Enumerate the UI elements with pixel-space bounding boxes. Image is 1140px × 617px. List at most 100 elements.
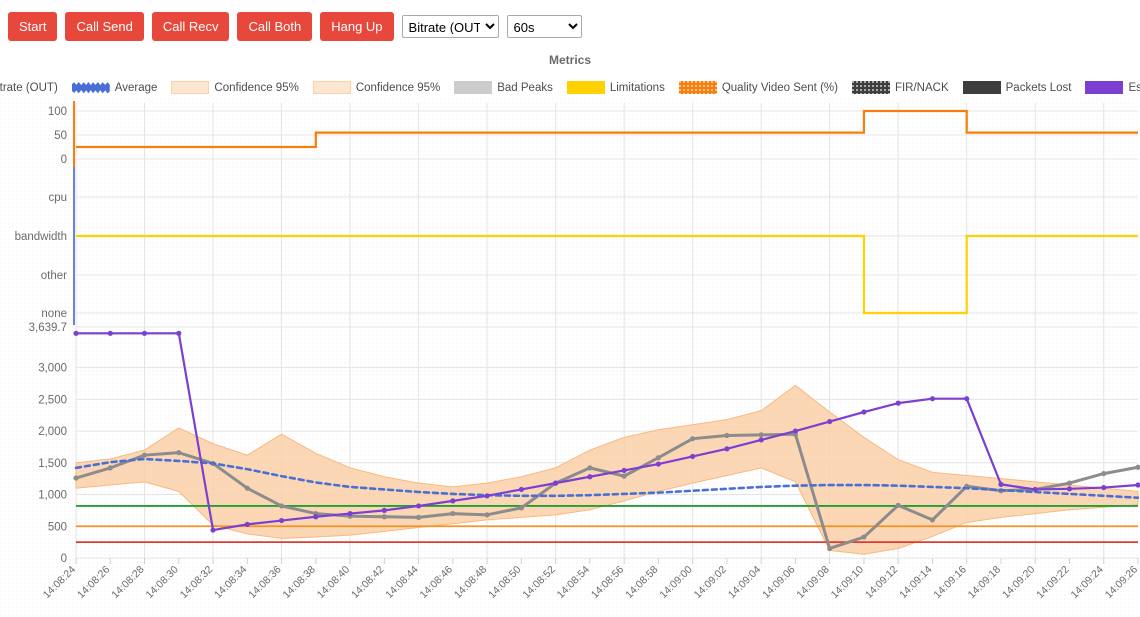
estimated-line-point [998, 481, 1004, 487]
bitrate-out-line-point [415, 514, 422, 520]
hang-up-button[interactable]: Hang Up [320, 11, 394, 41]
bitrate-out-line-point [587, 465, 593, 471]
y-tick-upper: 0 [61, 154, 67, 166]
y-tick-lower: 1,000 [38, 490, 67, 502]
legend-fir-nack-label: FIR/NACK [894, 81, 949, 94]
estimated-line-point [450, 498, 456, 504]
estimated-line-point [415, 503, 422, 509]
y-tick-upper: 100 [48, 106, 67, 118]
legend-confidence-95-upper-swatch-icon [171, 81, 210, 94]
legend-estimated-swatch-icon [1085, 81, 1124, 94]
legend-estimated-label: Estimated [1128, 81, 1140, 94]
legend-bad-peaks-label: Bad Peaks [497, 81, 553, 94]
plot-background [0, 98, 1140, 617]
legend-bad-peaks-swatch-icon [454, 81, 493, 94]
estimated-line-point [176, 330, 182, 336]
legend-fir-nack[interactable]: FIR/NACK [851, 81, 949, 94]
estimated-line-point [621, 467, 627, 474]
y-tick-lower: 2,500 [38, 394, 67, 406]
legend-confidence-95-lower-swatch-icon [312, 81, 351, 94]
estimated-line-point [347, 510, 353, 517]
call-both-button[interactable]: Call Both [237, 11, 313, 41]
estimated-line-point [1101, 484, 1107, 491]
y-tick-lower: 2,000 [38, 426, 67, 438]
y-tick-upper: cpu [48, 192, 67, 204]
estimated-line-point [758, 437, 764, 443]
chart-legend: Bitrate (OUT) Average Confidence 95% Confid… [0, 81, 1140, 94]
bitrate-out-line-point [381, 514, 387, 520]
metrics-chart-svg[interactable]: 100500cpubandwidthothernone3,639.73,0002… [0, 98, 1140, 617]
legend-limitations[interactable]: Limitations [566, 81, 665, 94]
legend-quality-video-sent[interactable]: Quality Video Sent (%) [678, 81, 838, 94]
legend-bad-peaks[interactable]: Bad Peaks [454, 81, 553, 94]
estimated-line-point [141, 330, 148, 336]
estimated-line-point [278, 517, 285, 524]
estimated-line-point [827, 418, 833, 425]
bitrate-out-line-point [484, 512, 490, 518]
y-tick-lower: 500 [48, 521, 67, 533]
estimated-line-point [895, 400, 901, 406]
call-recv-button[interactable]: Call Recv [151, 11, 230, 41]
legend-confidence-95-lower[interactable]: Confidence 95% [312, 81, 440, 94]
bitrate-out-line-point [929, 517, 936, 523]
y-tick-upper: bandwidth [15, 231, 67, 243]
bitrate-out-line-point [758, 432, 764, 438]
legend-quality-video-sent-label: Quality Video Sent (%) [721, 81, 838, 94]
estimated-line-point [724, 446, 730, 452]
y-tick-upper: other [41, 270, 67, 282]
estimated-line-point [244, 521, 250, 527]
time-window-select[interactable]: 10s30s60s120s300s [506, 14, 582, 38]
bitrate-out-line-point [895, 502, 901, 508]
estimated-line-point [1066, 486, 1073, 492]
start-button[interactable]: Start [8, 11, 58, 41]
bitrate-out-line-point [518, 505, 524, 511]
legend-quality-video-sent-swatch-icon [678, 81, 717, 94]
bitrate-out-line-point [655, 455, 661, 461]
metric-select[interactable]: Bitrate (OUT)Bitrate (IN)Packets LostJit… [401, 14, 499, 38]
bitrate-out-line-point [73, 475, 79, 481]
estimated-line-point [655, 461, 661, 467]
bitrate-out-line-point [141, 452, 148, 458]
legend-bitrate-out-label: Bitrate (OUT) [0, 81, 58, 94]
bitrate-out-line-point [1066, 480, 1073, 486]
legend-estimated[interactable]: Estimated [1085, 81, 1140, 94]
bitrate-out-line-point [690, 436, 696, 442]
estimated-line-point [381, 507, 387, 513]
bitrate-out-line-point [621, 473, 627, 479]
estimated-line-point [1032, 486, 1038, 493]
estimated-line-point [964, 396, 970, 402]
y-tick-lower: 3,639.7 [29, 322, 67, 334]
legend-packets-lost-label: Packets Lost [1005, 81, 1072, 94]
legend-fir-nack-swatch-icon [851, 81, 890, 94]
legend-packets-lost[interactable]: Packets Lost [962, 81, 1072, 94]
legend-average-swatch-icon [71, 82, 110, 94]
estimated-line-point [792, 428, 799, 434]
legend-packets-lost-swatch-icon [962, 81, 1001, 94]
estimated-line-point [484, 493, 490, 499]
bitrate-out-line-point [861, 534, 867, 540]
y-tick-lower: 3,000 [38, 363, 67, 375]
y-tick-lower: 0 [61, 553, 67, 565]
bitrate-out-line-point [827, 545, 833, 552]
y-tick-upper: 50 [54, 130, 67, 142]
bitrate-out-line-point [278, 503, 285, 509]
metrics-app: Start Call Send Call Recv Call Both Hang… [0, 0, 1140, 617]
bitrate-out-line-point [107, 465, 113, 471]
legend-limitations-label: Limitations [609, 81, 665, 94]
legend-confidence-95-upper[interactable]: Confidence 95% [171, 81, 299, 94]
estimated-line-point [929, 396, 936, 402]
estimated-line-point [107, 330, 113, 336]
bitrate-out-line-point [724, 432, 730, 439]
legend-bitrate-out[interactable]: Bitrate (OUT) [0, 81, 58, 94]
call-send-button[interactable]: Call Send [65, 11, 144, 41]
bitrate-out-line-point [450, 510, 456, 517]
estimated-line-point [587, 474, 593, 480]
y-tick-upper: none [41, 308, 67, 320]
bitrate-out-line-point [1101, 470, 1107, 477]
legend-limitations-swatch-icon [566, 81, 605, 94]
legend-average[interactable]: Average [71, 81, 157, 94]
estimated-line-point [313, 514, 319, 520]
chart-plot-area: 100 50 0 cpu bandwidth other none 3,639.7 3,000 2… [0, 98, 1140, 617]
estimated-line-point [518, 486, 524, 493]
estimated-line-point [553, 480, 559, 486]
